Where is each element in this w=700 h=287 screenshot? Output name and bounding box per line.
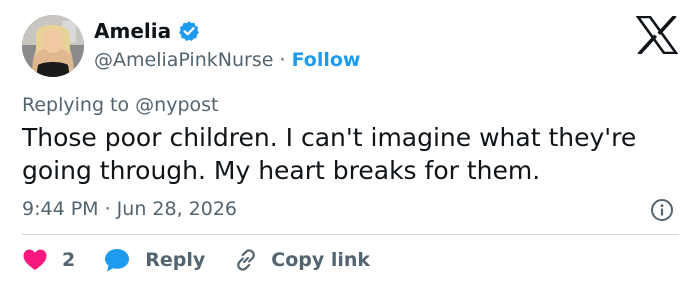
replying-to: Replying to @nypost (22, 94, 219, 116)
tweet-text: Those poor children. I can't imagine wha… (22, 123, 637, 185)
author-name-text: Amelia (94, 19, 172, 43)
link-icon (237, 249, 256, 271)
reply-bubble-icon (105, 249, 130, 272)
avatar[interactable] (22, 15, 84, 77)
info-icon[interactable] (650, 198, 674, 222)
reply-label: Reply (145, 249, 206, 271)
tweet-timestamp[interactable]: 9:44 PM · Jun 28, 2026 (22, 196, 237, 222)
copy-link-button[interactable]: Copy link (233, 247, 370, 273)
divider (22, 234, 679, 235)
handle-row: @AmeliaPinkNurse · Follow (94, 47, 360, 73)
avatar-image (22, 15, 84, 77)
reply-button[interactable]: Reply (103, 247, 233, 273)
handle-separator: · (279, 49, 292, 71)
heart-icon (23, 249, 47, 270)
author-name[interactable]: Amelia (94, 18, 200, 44)
copy-link-label: Copy link (271, 249, 371, 271)
follow-button[interactable]: Follow (292, 49, 361, 71)
tweet-card: Amelia @AmeliaPinkNurse · Follow Replyin… (0, 0, 700, 287)
tweet-actions: 2 Reply Copy link (22, 244, 370, 276)
like-button[interactable]: 2 (22, 248, 103, 272)
author-handle[interactable]: @AmeliaPinkNurse (94, 49, 273, 71)
verified-badge-icon (178, 20, 200, 42)
like-count: 2 (62, 249, 76, 271)
x-logo-icon[interactable] (635, 14, 679, 56)
